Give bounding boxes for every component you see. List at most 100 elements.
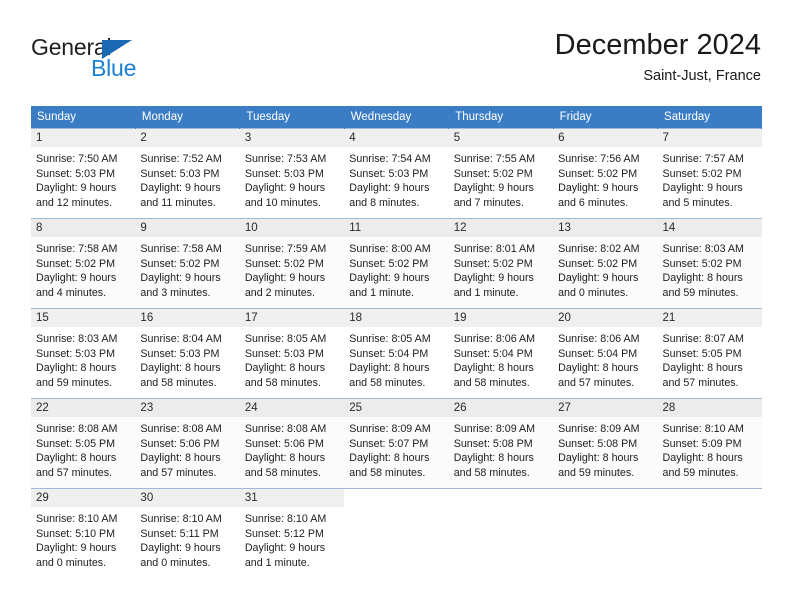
calendar-page: General Blue December 2024 Saint-Just, F… [0, 0, 792, 612]
weekday-header-friday: Friday [553, 106, 659, 129]
weekday-header-monday: Monday [135, 106, 241, 129]
day-number [658, 489, 762, 507]
day-cell[interactable]: 7 Sunrise: 7:57 AM Sunset: 5:02 PM Dayli… [657, 128, 762, 219]
day-cell[interactable]: 5 Sunrise: 7:55 AM Sunset: 5:02 PM Dayli… [448, 128, 554, 219]
daylight-text-line1: Daylight: 8 hours [140, 452, 221, 465]
day-cell[interactable]: 2 Sunrise: 7:52 AM Sunset: 5:03 PM Dayli… [135, 128, 240, 219]
daylight-text-line1: Daylight: 9 hours [244, 182, 326, 195]
daylight-text-line1: Daylight: 9 hours [558, 272, 639, 285]
day-cell[interactable]: 12 Sunrise: 8:01 AM Sunset: 5:02 PM Dayl… [448, 218, 554, 309]
day-cell[interactable]: 6 Sunrise: 7:56 AM Sunset: 5:02 PM Dayli… [553, 128, 658, 219]
daylight-text-line2: and 6 minutes. [558, 196, 629, 209]
daylight-text-line2: and 58 minutes. [453, 376, 530, 389]
sunset-text: Sunset: 5:05 PM [36, 437, 116, 450]
page-subtitle: Saint-Just, France [643, 68, 761, 84]
day-cell[interactable]: 10 Sunrise: 7:59 AM Sunset: 5:02 PM Dayl… [239, 218, 345, 309]
day-cell[interactable]: 22 Sunrise: 8:08 AM Sunset: 5:05 PM Dayl… [31, 398, 136, 489]
day-number: 19 [448, 309, 554, 327]
daylight-text-line2: and 1 minute. [349, 286, 415, 299]
day-cell[interactable]: 3 Sunrise: 7:53 AM Sunset: 5:03 PM Dayli… [239, 128, 345, 219]
day-cell[interactable]: 4 Sunrise: 7:54 AM Sunset: 5:03 PM Dayli… [344, 128, 449, 219]
day-number: 5 [448, 129, 554, 147]
daylight-text-line1: Daylight: 8 hours [244, 452, 326, 465]
daylight-text-line1: Daylight: 9 hours [36, 182, 117, 195]
day-number: 31 [239, 489, 345, 507]
day-details: Sunrise: 8:03 AM Sunset: 5:02 PM Dayligh… [658, 237, 762, 300]
day-number: 21 [657, 309, 762, 327]
day-details: Sunrise: 7:58 AM Sunset: 5:02 PM Dayligh… [135, 237, 239, 300]
daylight-text-line2: and 57 minutes. [558, 376, 635, 389]
daylight-text-line2: and 58 minutes. [140, 376, 217, 389]
sunrise-text: Sunrise: 8:08 AM [140, 423, 222, 435]
day-cell[interactable]: 13 Sunrise: 8:02 AM Sunset: 5:02 PM Dayl… [553, 218, 658, 309]
sunrise-text: Sunrise: 7:53 AM [244, 153, 327, 165]
daylight-text-line2: and 57 minutes. [36, 466, 113, 479]
weekday-header-saturday: Saturday [657, 106, 763, 129]
day-cell[interactable]: 9 Sunrise: 7:58 AM Sunset: 5:02 PM Dayli… [135, 218, 240, 309]
week-row: 8 Sunrise: 7:58 AM Sunset: 5:02 PM Dayli… [31, 218, 762, 309]
sunrise-text: Sunrise: 7:56 AM [558, 153, 640, 165]
day-details: Sunrise: 8:03 AM Sunset: 5:03 PM Dayligh… [31, 327, 135, 390]
day-cell[interactable]: 24 Sunrise: 8:08 AM Sunset: 5:06 PM Dayl… [239, 398, 345, 489]
day-cell[interactable]: 11 Sunrise: 8:00 AM Sunset: 5:02 PM Dayl… [344, 218, 449, 309]
daylight-text-line1: Daylight: 9 hours [349, 182, 430, 195]
day-number: 13 [553, 219, 658, 237]
day-details: Sunrise: 8:05 AM Sunset: 5:03 PM Dayligh… [240, 327, 344, 390]
day-details: Sunrise: 8:05 AM Sunset: 5:04 PM Dayligh… [344, 327, 448, 390]
sunset-text: Sunset: 5:02 PM [453, 257, 533, 270]
day-cell[interactable]: 19 Sunrise: 8:06 AM Sunset: 5:04 PM Dayl… [448, 308, 554, 399]
sunset-text: Sunset: 5:02 PM [36, 257, 116, 270]
sunrise-text: Sunrise: 7:50 AM [36, 153, 118, 165]
day-cell[interactable]: 8 Sunrise: 7:58 AM Sunset: 5:02 PM Dayli… [31, 218, 136, 309]
daylight-text-line1: Daylight: 8 hours [140, 362, 221, 375]
day-cell[interactable]: 1 Sunrise: 7:50 AM Sunset: 5:03 PM Dayli… [31, 128, 136, 219]
day-details: Sunrise: 7:59 AM Sunset: 5:02 PM Dayligh… [240, 237, 344, 300]
day-cell[interactable]: 31 Sunrise: 8:10 AM Sunset: 5:12 PM Dayl… [239, 488, 345, 579]
day-cell[interactable]: 27 Sunrise: 8:09 AM Sunset: 5:08 PM Dayl… [553, 398, 658, 489]
daylight-text-line2: and 58 minutes. [349, 376, 426, 389]
day-cell[interactable]: 26 Sunrise: 8:09 AM Sunset: 5:08 PM Dayl… [448, 398, 554, 489]
sunset-text: Sunset: 5:03 PM [36, 167, 116, 180]
sunset-text: Sunset: 5:03 PM [244, 167, 324, 180]
daylight-text-line1: Daylight: 9 hours [140, 182, 221, 195]
day-details: Sunrise: 7:57 AM Sunset: 5:02 PM Dayligh… [658, 147, 762, 210]
day-cell[interactable]: 25 Sunrise: 8:09 AM Sunset: 5:07 PM Dayl… [344, 398, 449, 489]
day-cell[interactable]: 29 Sunrise: 8:10 AM Sunset: 5:10 PM Dayl… [31, 488, 136, 579]
day-cell[interactable]: 23 Sunrise: 8:08 AM Sunset: 5:06 PM Dayl… [135, 398, 240, 489]
day-number: 10 [239, 219, 345, 237]
day-cell[interactable]: 16 Sunrise: 8:04 AM Sunset: 5:03 PM Dayl… [135, 308, 240, 399]
sunset-text: Sunset: 5:03 PM [140, 347, 220, 360]
daylight-text-line2: and 59 minutes. [36, 376, 113, 389]
sunset-text: Sunset: 5:02 PM [140, 257, 220, 270]
day-cell[interactable]: 28 Sunrise: 8:10 AM Sunset: 5:09 PM Dayl… [657, 398, 762, 489]
day-cell-empty [657, 488, 762, 579]
day-number [344, 489, 448, 507]
day-number: 8 [31, 219, 136, 237]
sunset-text: Sunset: 5:03 PM [244, 347, 324, 360]
day-number: 22 [31, 399, 136, 417]
sunset-text: Sunset: 5:02 PM [349, 257, 429, 270]
day-details: Sunrise: 8:09 AM Sunset: 5:08 PM Dayligh… [449, 417, 553, 480]
sunset-text: Sunset: 5:06 PM [244, 437, 324, 450]
day-details: Sunrise: 7:52 AM Sunset: 5:03 PM Dayligh… [135, 147, 239, 210]
day-details: Sunrise: 8:00 AM Sunset: 5:02 PM Dayligh… [344, 237, 448, 300]
day-details: Sunrise: 7:54 AM Sunset: 5:03 PM Dayligh… [344, 147, 448, 210]
sunset-text: Sunset: 5:02 PM [244, 257, 324, 270]
sunset-text: Sunset: 5:05 PM [662, 347, 742, 360]
day-details: Sunrise: 8:10 AM Sunset: 5:10 PM Dayligh… [31, 507, 135, 570]
day-number: 2 [135, 129, 240, 147]
day-details: Sunrise: 8:10 AM Sunset: 5:11 PM Dayligh… [135, 507, 239, 570]
day-cell[interactable]: 14 Sunrise: 8:03 AM Sunset: 5:02 PM Dayl… [657, 218, 762, 309]
daylight-text-line1: Daylight: 8 hours [349, 452, 430, 465]
day-cell[interactable]: 17 Sunrise: 8:05 AM Sunset: 5:03 PM Dayl… [239, 308, 345, 399]
day-cell[interactable]: 21 Sunrise: 8:07 AM Sunset: 5:05 PM Dayl… [657, 308, 762, 399]
day-cell[interactable]: 20 Sunrise: 8:06 AM Sunset: 5:04 PM Dayl… [553, 308, 658, 399]
day-cell[interactable]: 18 Sunrise: 8:05 AM Sunset: 5:04 PM Dayl… [344, 308, 449, 399]
day-number: 4 [344, 129, 449, 147]
sunset-text: Sunset: 5:06 PM [140, 437, 220, 450]
daylight-text-line1: Daylight: 9 hours [662, 182, 743, 195]
day-number: 24 [239, 399, 345, 417]
day-cell[interactable]: 15 Sunrise: 8:03 AM Sunset: 5:03 PM Dayl… [31, 308, 136, 399]
day-cell[interactable]: 30 Sunrise: 8:10 AM Sunset: 5:11 PM Dayl… [135, 488, 240, 579]
general-blue-logo[interactable]: General Blue [31, 34, 231, 90]
